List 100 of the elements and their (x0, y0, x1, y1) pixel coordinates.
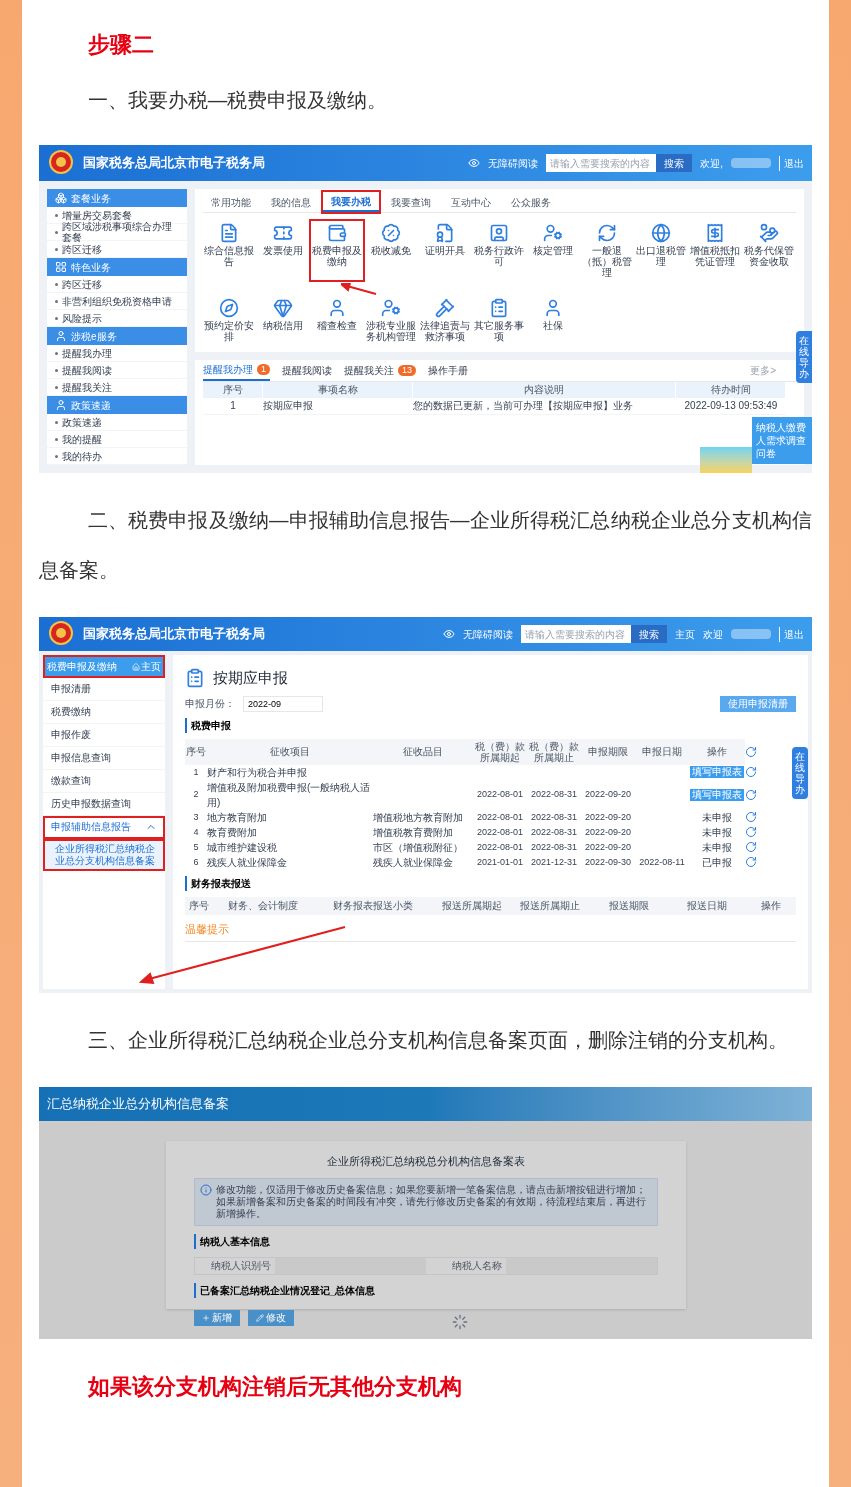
globe-icon (651, 223, 671, 243)
tab[interactable]: 提醒我阅读 (282, 360, 332, 381)
arrow-annotation (341, 283, 377, 295)
table-cell-text: 2022-09-20 (583, 825, 632, 839)
table-cell-text: 3 (192, 810, 200, 824)
column-header: 序号 (203, 382, 263, 398)
refresh-icon[interactable] (745, 811, 757, 823)
table-cell: 您的数据已更新，当前可办理【按期应申报】业务 (413, 398, 676, 415)
status-text: 未申报 (701, 825, 733, 840)
sidebar-item[interactable]: 提醒我办理 (62, 347, 112, 359)
service-tile[interactable]: 税务代保管资金收取 (743, 221, 795, 280)
refresh-icon[interactable] (745, 826, 757, 838)
table-cell-text: 残疾人就业保障金 (373, 855, 454, 870)
column-header: 税（费）款所属期止 (527, 738, 581, 765)
service-tile[interactable]: 法律追责与救济事项 (419, 296, 471, 344)
service-tile[interactable]: 税费申报及缴纳 (311, 221, 363, 280)
tab[interactable]: 公众服务 (503, 192, 559, 212)
sidebar-item[interactable]: 我的提醒 (62, 433, 102, 445)
sidebar-item[interactable]: 提醒我关注 (62, 381, 112, 393)
search-button[interactable]: 搜索 (631, 625, 667, 643)
column-header: 操作 (746, 896, 796, 915)
sidebar-item[interactable]: 我的待办 (62, 450, 102, 462)
search-button[interactable]: 搜索 (656, 154, 693, 172)
table-cell-text: 2022-08-01 (475, 810, 524, 824)
sidebar-item[interactable]: 申报辅助信息报告 (43, 816, 165, 839)
service-tile[interactable]: 综合信息报告 (203, 221, 255, 280)
tab[interactable]: 我要查询 (383, 192, 439, 212)
service-tile[interactable]: 证明开具 (419, 221, 471, 280)
refresh-icon[interactable] (745, 841, 757, 853)
sidebar-item[interactable]: 申报信息查询 (43, 747, 165, 770)
sidebar-item[interactable]: 跨区迁移 (62, 243, 102, 255)
refresh-icon[interactable] (745, 856, 757, 868)
service-tile[interactable]: 出口退税管理 (635, 221, 687, 280)
table-cell-text: 2022-08-01 (475, 840, 524, 854)
table-cell: 按期应申报 (263, 398, 413, 415)
service-tile[interactable]: 发票使用 (257, 221, 309, 280)
sidebar-title: 税费申报及缴纳 (47, 660, 117, 674)
guide-button[interactable]: 在线导办 (792, 747, 808, 799)
tab[interactable]: 我的信息 (263, 192, 319, 212)
tab[interactable]: 提醒我关注 13 (344, 360, 417, 381)
tab[interactable]: 操作手册 (428, 360, 469, 381)
sidebar-item[interactable]: 风险提示 (62, 312, 102, 324)
service-tile[interactable]: 税收减免 (365, 221, 417, 280)
person-icon (55, 399, 67, 411)
sidebar-item[interactable]: 提醒我阅读 (62, 364, 112, 376)
tab[interactable]: 常用功能 (203, 192, 259, 212)
search-field[interactable]: 请输入需要搜索的内容 (521, 625, 631, 643)
column-header: 财务报表报送小类 (313, 896, 433, 915)
sidebar-subitem[interactable]: 企业所得税汇总纳税企业总分支机构信息备案 (43, 839, 165, 871)
column-header: 事项名称 (263, 382, 413, 398)
table-cell-text: 城市维护建设税 (207, 840, 278, 855)
user-gear-icon (381, 298, 401, 318)
service-tile[interactable]: 涉税专业服务机构管理 (365, 296, 417, 344)
home-icon (132, 662, 140, 671)
sidebar-item[interactable]: 申报作废 (43, 724, 165, 747)
accessibility-link[interactable]: 无障碍阅读 (463, 626, 513, 642)
service-tile[interactable]: 其它服务事项 (473, 296, 525, 344)
refresh-icon[interactable] (745, 788, 757, 801)
tab[interactable]: 我要办税 (323, 192, 379, 212)
table-cell-text: 地方教育附加 (207, 810, 268, 825)
service-tile[interactable]: 预约定价安排 (203, 296, 255, 344)
pencil-icon (255, 1313, 264, 1322)
guide-button[interactable]: 在线导办 (796, 331, 812, 383)
document-icon (219, 223, 239, 243)
service-tile[interactable]: 一般退（抵）税管理 (581, 221, 633, 280)
search-field[interactable]: 请输入需要搜索的内容 (546, 154, 657, 172)
sidebar-item[interactable]: 缴款查询 (43, 770, 165, 793)
service-tile[interactable]: 税务行政许可 (473, 221, 525, 280)
service-tile[interactable]: 社保 (527, 296, 579, 344)
sidebar-item[interactable]: 非营利组织免税资格申请 (62, 295, 172, 307)
info-icon (199, 1183, 212, 1196)
column-header: 征收品目 (373, 738, 473, 765)
sidebar-item[interactable]: 政策速递 (62, 416, 102, 428)
service-tile[interactable]: 增值税抵扣凭证管理 (689, 221, 741, 280)
service-tile[interactable]: 核定管理 (527, 221, 579, 280)
tab[interactable]: 互动中心 (443, 192, 499, 212)
welcome-text: 欢迎, (700, 156, 723, 171)
instruction-text: 一、我要办税—税费申报及缴纳。 (86, 88, 389, 113)
column-header: 待办时间 (676, 382, 786, 398)
emblem-icon (47, 620, 75, 648)
refresh-icon[interactable] (745, 766, 757, 778)
section-title: 财务报表报送 (185, 875, 796, 891)
accessibility-link[interactable]: 无障碍阅读 (488, 155, 539, 171)
sidebar-item[interactable]: 跨区域涉税事项综合办理套餐 (61, 221, 179, 243)
sidebar-item[interactable]: 增量房交易套餐 (62, 209, 132, 221)
table-cell-text: 2022-09-30 (583, 855, 632, 869)
form-title: 企业所得税汇总纳税总分机构信息备案表 (325, 1154, 526, 1169)
site-title: 国家税务总局北京市电子税务局 (83, 625, 265, 644)
month-field[interactable]: 2022-09 (243, 695, 323, 712)
tab[interactable]: 提醒我办理 1 (203, 360, 270, 381)
sidebar-item[interactable]: 申报清册 (43, 678, 165, 701)
sidebar-item[interactable]: 税费缴纳 (43, 701, 165, 724)
user-name-placeholder (731, 158, 771, 168)
sidebar-item[interactable]: 跨区迁移 (62, 278, 102, 290)
sidebar-item[interactable]: 历史申报数据查询 (43, 793, 165, 816)
section-title: 税费申报 (185, 717, 796, 733)
service-tile[interactable]: 稽查检查 (311, 296, 363, 344)
service-tile[interactable]: 纳税信用 (257, 296, 309, 344)
count-badge: 1 (257, 364, 270, 375)
gavel-icon (435, 298, 455, 318)
